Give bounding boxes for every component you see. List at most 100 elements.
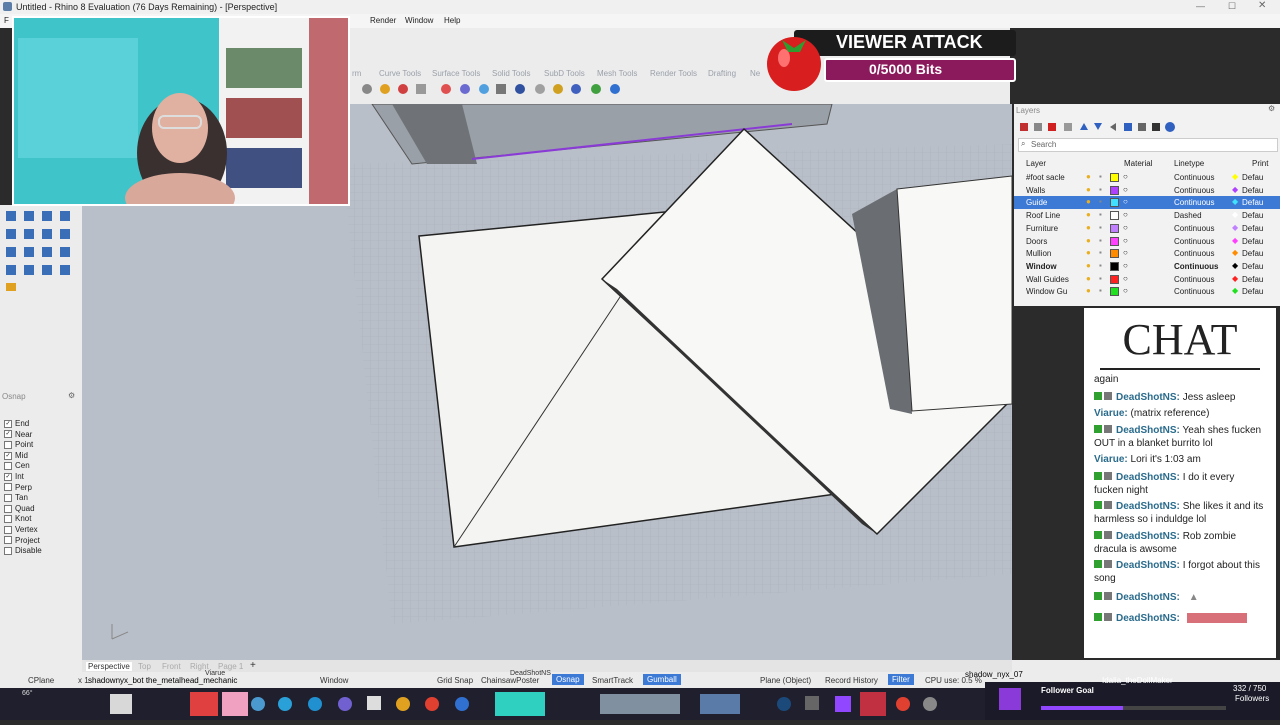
layer-row[interactable]: Window Gu ● ▪ ○ Continuous ◆ Defau [1014, 285, 1280, 298]
status-record-history[interactable]: Record History [825, 676, 878, 685]
material-icon[interactable]: ○ [1123, 223, 1128, 232]
lightbulb-icon[interactable]: ● [1086, 172, 1091, 181]
osnap-item-quad[interactable]: Quad [4, 504, 35, 513]
cplane-label[interactable]: CPlane [28, 676, 54, 685]
layer-row[interactable]: Wall Guides ● ▪ ○ Continuous ◆ Defau [1014, 273, 1280, 286]
checkbox[interactable] [4, 462, 12, 471]
tab-front[interactable]: Front [162, 662, 181, 671]
layer-row[interactable]: Guide ● ▪ ○ Continuous ◆ Defau [1014, 196, 1280, 210]
status-smarttrack[interactable]: SmartTrack [592, 676, 633, 685]
print-color-icon[interactable]: ◆ [1232, 210, 1238, 219]
checkbox[interactable] [4, 547, 12, 556]
osnap-item-end[interactable]: ✓ End [4, 419, 29, 428]
layer-color-swatch[interactable] [1110, 198, 1119, 208]
print-color-icon[interactable]: ◆ [1232, 236, 1238, 245]
tab-subd-tools[interactable]: SubD Tools [544, 69, 585, 78]
layer-color-swatch[interactable] [1110, 261, 1119, 271]
print-color-icon[interactable]: ◆ [1232, 185, 1238, 194]
lock-icon[interactable]: ▪ [1099, 236, 1102, 245]
lock-icon[interactable]: ▪ [1099, 172, 1102, 181]
layer-color-swatch[interactable] [1110, 287, 1119, 297]
layer-row[interactable]: Doors ● ▪ ○ Continuous ◆ Defau [1014, 235, 1280, 248]
print-color-icon[interactable]: ◆ [1232, 223, 1238, 232]
checkbox[interactable]: ✓ [4, 451, 12, 460]
layer-tool-icons[interactable] [1018, 120, 1198, 134]
gear-icon[interactable]: ⚙ [1268, 104, 1275, 113]
menu-help[interactable]: Help [444, 16, 460, 25]
osnap-item-mid[interactable]: ✓ Mid [4, 451, 28, 460]
osnap-item-project[interactable]: Project [4, 536, 40, 545]
lightbulb-icon[interactable]: ● [1086, 274, 1091, 283]
menu-render[interactable]: Render [370, 16, 396, 25]
layer-color-swatch[interactable] [1110, 173, 1119, 182]
material-icon[interactable]: ○ [1123, 185, 1128, 194]
checkbox[interactable]: ✓ [4, 419, 12, 428]
lock-icon[interactable]: ▪ [1099, 261, 1102, 270]
osnap-item-point[interactable]: Point [4, 440, 33, 449]
print-color-icon[interactable]: ◆ [1232, 172, 1238, 181]
lightbulb-icon[interactable]: ● [1086, 185, 1091, 194]
layer-row[interactable]: #foot sacle ● ▪ ○ Continuous ◆ Defau [1014, 171, 1280, 184]
print-color-icon[interactable]: ◆ [1232, 261, 1238, 270]
minimize-button[interactable]: — [1196, 1, 1205, 11]
lock-icon[interactable]: ▪ [1099, 274, 1102, 283]
material-icon[interactable]: ○ [1123, 172, 1128, 181]
lightbulb-icon[interactable]: ● [1086, 286, 1091, 295]
tab-curve-tools[interactable]: Curve Tools [379, 69, 421, 78]
lightbulb-icon[interactable]: ● [1086, 210, 1091, 219]
col-linetype[interactable]: Linetype [1174, 159, 1204, 168]
osnap-item-near[interactable]: ✓ Near [4, 430, 32, 439]
layer-row[interactable]: Window ● ▪ ○ Continuous ◆ Defau [1014, 260, 1280, 273]
layer-row[interactable]: Walls ● ▪ ○ Continuous ◆ Defau [1014, 184, 1280, 197]
layer-row[interactable]: Furniture ● ▪ ○ Continuous ◆ Defau [1014, 222, 1280, 235]
checkbox[interactable] [4, 525, 12, 534]
checkbox[interactable] [4, 441, 12, 450]
material-icon[interactable]: ○ [1123, 286, 1128, 295]
lightbulb-icon[interactable]: ● [1086, 248, 1091, 257]
osnap-item-perp[interactable]: Perp [4, 483, 32, 492]
lock-icon[interactable]: ▪ [1099, 248, 1102, 257]
taskbar-icons[interactable] [0, 688, 960, 720]
print-color-icon[interactable]: ◆ [1232, 274, 1238, 283]
lock-icon[interactable]: ▪ [1099, 223, 1102, 232]
checkbox[interactable]: ✓ [4, 430, 12, 439]
lock-icon[interactable]: ▪ [1099, 197, 1102, 206]
lightbulb-icon[interactable]: ● [1086, 197, 1091, 206]
material-icon[interactable]: ○ [1123, 210, 1128, 219]
osnap-item-cen[interactable]: Cen [4, 461, 30, 470]
status-grid-snap[interactable]: Grid Snap [437, 676, 473, 685]
osnap-item-knot[interactable]: Knot [4, 514, 31, 523]
col-print[interactable]: Print [1252, 159, 1268, 168]
menu-window[interactable]: Window [405, 16, 433, 25]
layers-search[interactable]: ⌕ Search [1018, 138, 1278, 152]
tab-surface-tools[interactable]: Surface Tools [432, 69, 480, 78]
gear-icon[interactable]: ⚙ [68, 391, 75, 400]
osnap-item-disable[interactable]: Disable [4, 546, 42, 555]
add-tab-icon[interactable]: + [250, 660, 256, 671]
tab-mesh-tools[interactable]: Mesh Tools [597, 69, 637, 78]
tab-top[interactable]: Top [138, 662, 151, 671]
layer-color-swatch[interactable] [1110, 211, 1119, 221]
osnap-item-tan[interactable]: Tan [4, 493, 28, 502]
tab-render-tools[interactable]: Render Tools [650, 69, 697, 78]
tab-solid-tools[interactable]: Solid Tools [492, 69, 531, 78]
checkbox[interactable]: ✓ [4, 472, 12, 481]
tab-form[interactable]: rm [352, 69, 361, 78]
checkbox[interactable] [4, 515, 12, 524]
lightbulb-icon[interactable]: ● [1086, 223, 1091, 232]
tool-palette-icons[interactable] [0, 205, 82, 295]
lock-icon[interactable]: ▪ [1099, 210, 1102, 219]
material-icon[interactable]: ○ [1123, 274, 1128, 283]
layer-row[interactable]: Mullion ● ▪ ○ Continuous ◆ Defau [1014, 247, 1280, 260]
status-filter[interactable]: Filter [888, 674, 914, 685]
status-osnap[interactable]: Osnap [552, 674, 584, 685]
maximize-button[interactable]: ☐ [1228, 1, 1236, 12]
status-gumball[interactable]: Gumball [643, 674, 681, 685]
layer-color-swatch[interactable] [1110, 223, 1119, 233]
layer-color-swatch[interactable] [1110, 236, 1119, 246]
layer-color-swatch[interactable] [1110, 249, 1119, 259]
material-icon[interactable]: ○ [1123, 236, 1128, 245]
tab-perspective[interactable]: Perspective [86, 662, 132, 671]
lightbulb-icon[interactable]: ● [1086, 261, 1091, 270]
layer-color-swatch[interactable] [1110, 185, 1119, 195]
